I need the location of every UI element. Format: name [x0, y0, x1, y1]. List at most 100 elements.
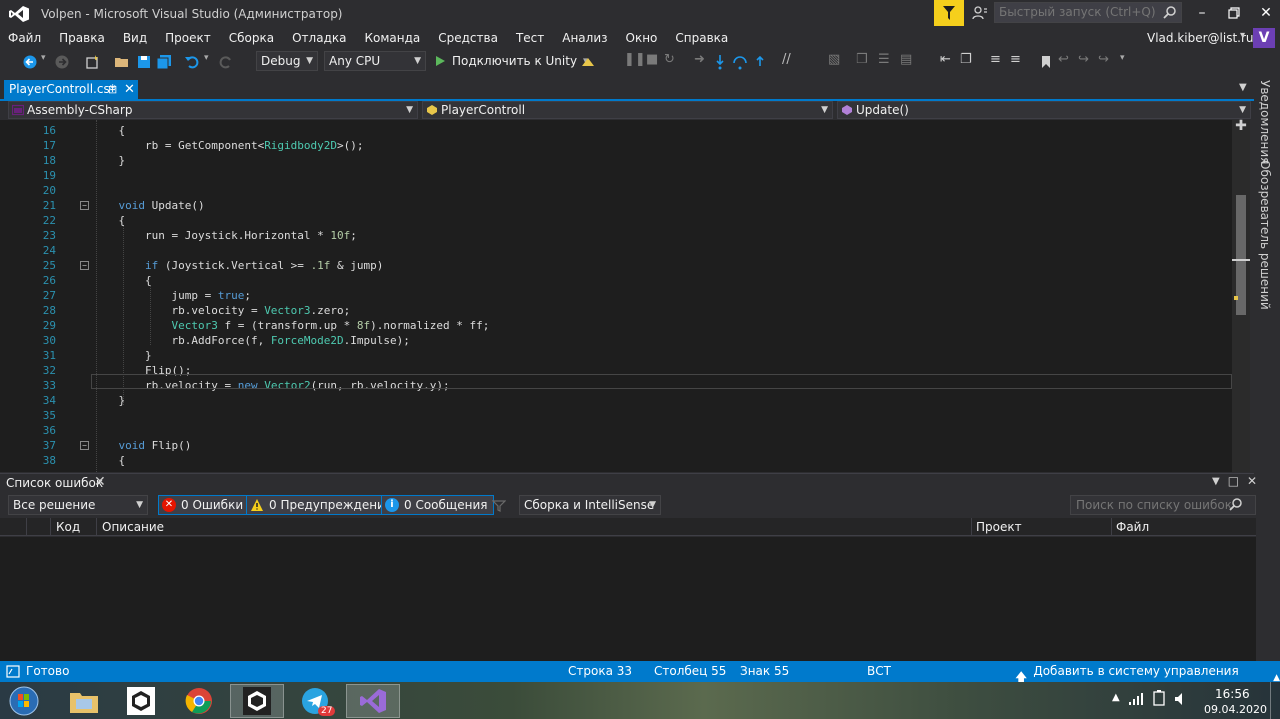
search-icon[interactable] — [1229, 497, 1243, 514]
platform-select[interactable]: Any CPU ▼ — [324, 51, 426, 71]
pause-icon[interactable]: ❚❚ — [624, 52, 646, 67]
menu-help[interactable]: Справка — [675, 31, 728, 45]
code-line[interactable]: 19 — [0, 168, 1232, 183]
account-avatar[interactable]: V — [1253, 28, 1275, 48]
code-line[interactable]: 29 Vector3 f = (transform.up * 8f).norma… — [0, 318, 1232, 333]
menu-build[interactable]: Сборка — [229, 31, 274, 45]
step-into-icon[interactable] — [712, 54, 728, 70]
prev-bookmark-icon[interactable]: ↩ — [1058, 52, 1069, 67]
hot-reload-icon[interactable] — [580, 54, 596, 70]
collapse-region-icon[interactable]: − — [80, 261, 89, 270]
code-line[interactable]: 28 rb.velocity = Vector3.zero; — [0, 303, 1232, 318]
code-line[interactable]: 34 } — [0, 393, 1232, 408]
error-scope-select[interactable]: Все решение ▼ — [8, 495, 148, 515]
taskbar-unity[interactable] — [114, 684, 168, 718]
feedback-icon[interactable] — [934, 0, 964, 26]
menu-project[interactable]: Проект — [165, 31, 211, 45]
bookmark-icon[interactable] — [1038, 54, 1054, 70]
column-project[interactable]: Проект — [976, 520, 1022, 534]
warnings-filter-button[interactable]: 0 Предупреждения — [246, 495, 400, 515]
code-line[interactable]: 26 { — [0, 273, 1232, 288]
toolbar-overflow-icon[interactable]: ▾ — [1120, 53, 1125, 63]
column-separator[interactable] — [1111, 518, 1112, 536]
member-nav-select[interactable]: Update() ▼ — [837, 101, 1251, 119]
person-feedback-icon[interactable] — [972, 5, 988, 21]
clock-date[interactable]: 09.04.2020 — [1204, 703, 1267, 716]
signal-icon[interactable] — [1128, 692, 1144, 706]
code-line[interactable]: 22 { — [0, 213, 1232, 228]
output-window-icon[interactable] — [6, 665, 20, 678]
outdent-icon[interactable]: ≡ — [1010, 52, 1021, 67]
taskbar-chrome[interactable] — [172, 684, 226, 718]
restore-button[interactable] — [1218, 0, 1250, 26]
code-line[interactable]: 27 jump = true; — [0, 288, 1232, 303]
code-line[interactable]: 24 — [0, 243, 1232, 258]
new-project-icon[interactable] — [84, 54, 100, 70]
account-dropdown-icon[interactable]: ▾ — [1240, 30, 1245, 41]
solution-explorer-tab[interactable]: Обозреватель решений — [1258, 160, 1272, 310]
code-line[interactable]: 30 rb.AddForce(f, ForceMode2D.Impulse); — [0, 333, 1232, 348]
error-search-input[interactable] — [1076, 498, 1231, 512]
save-icon[interactable] — [136, 54, 152, 70]
notifications-tab[interactable]: Уведомления — [1258, 80, 1272, 164]
menu-debug[interactable]: Отладка — [292, 31, 346, 45]
project-nav-select[interactable]: Assembly-CSharp ▼ — [8, 101, 418, 119]
code-line[interactable]: 16 { — [0, 123, 1232, 138]
start-button[interactable] — [2, 684, 46, 718]
attach-to-unity-button[interactable]: Подключить к Unity ▾ — [434, 54, 588, 68]
column-separator[interactable] — [971, 518, 972, 536]
column-code[interactable]: Код — [56, 520, 80, 534]
search-icon[interactable] — [1163, 5, 1177, 19]
breakpoints-icon[interactable]: ❒ — [856, 52, 868, 67]
error-list-body[interactable] — [0, 537, 1256, 661]
menu-tools[interactable]: Средства — [438, 31, 498, 45]
tab-list-dropdown-icon[interactable]: ▼ — [1239, 82, 1247, 93]
account-email[interactable]: Vlad.kiber@list.ru — [1147, 31, 1254, 45]
error-search-box[interactable] — [1070, 495, 1256, 515]
panel-dropdown-icon[interactable]: ▼ — [1212, 476, 1220, 487]
code-line[interactable]: 21 − void Update() — [0, 198, 1232, 213]
code-editor[interactable]: 16 {17 rb = GetComponent<Rigidbody2D>();… — [0, 120, 1232, 472]
column-description[interactable]: Описание — [102, 520, 164, 534]
code-line[interactable]: 17 rb = GetComponent<Rigidbody2D>(); — [0, 138, 1232, 153]
open-file-icon[interactable] — [114, 54, 130, 70]
step-over-icon[interactable] — [732, 54, 748, 70]
column-file[interactable]: Файл — [1116, 520, 1149, 534]
taskbar-unity-editor[interactable] — [230, 684, 284, 718]
code-line[interactable]: 37 − void Flip() — [0, 438, 1232, 453]
menu-analyze[interactable]: Анализ — [562, 31, 607, 45]
taskbar-telegram[interactable]: 27 — [288, 684, 342, 718]
code-line[interactable]: 31 } — [0, 348, 1232, 363]
format-icon[interactable]: ☰ — [878, 52, 890, 67]
taskbar-explorer[interactable] — [57, 684, 111, 718]
code-line[interactable]: 38 { — [0, 453, 1232, 468]
back-navigation-icon[interactable] — [22, 54, 38, 70]
pin-tab-icon[interactable]: ⊞ — [108, 80, 117, 99]
step-out-icon[interactable] — [752, 54, 768, 70]
errors-filter-button[interactable]: ✕ 0 Ошибки — [158, 495, 251, 515]
code-line[interactable]: 18 } — [0, 153, 1232, 168]
close-panel-icon[interactable]: ✕ — [1247, 474, 1257, 488]
stop-icon[interactable]: ■ — [646, 52, 658, 67]
forward-navigation-icon[interactable] — [54, 54, 70, 70]
status-insert-mode[interactable]: ВСТ — [867, 664, 891, 678]
configuration-select[interactable]: Debug ▼ — [256, 51, 318, 71]
close-panel-icon[interactable]: ✕ — [94, 474, 106, 490]
close-tab-icon[interactable]: ✕ — [124, 80, 135, 99]
menu-view[interactable]: Вид — [123, 31, 147, 45]
comment-icon[interactable]: // — [782, 52, 791, 67]
column-separator[interactable] — [26, 518, 27, 536]
redo-icon[interactable] — [218, 54, 234, 70]
split-editor-icon[interactable]: ✚ — [1234, 119, 1248, 134]
show-hidden-icons-icon[interactable]: ▲ — [1112, 692, 1120, 703]
menu-edit[interactable]: Правка — [59, 31, 105, 45]
back-dropdown-icon[interactable]: ▾ — [41, 53, 46, 63]
class-nav-select[interactable]: PlayerControll ▼ — [422, 101, 833, 119]
quick-launch-input[interactable] — [999, 5, 1159, 19]
outline-icon[interactable]: ▤ — [900, 52, 912, 67]
undo-dropdown-icon[interactable]: ▾ — [204, 53, 209, 63]
code-line[interactable]: 25 − if (Joystick.Vertical >= .1f & jump) — [0, 258, 1232, 273]
next-bookmark-icon[interactable]: ↪ — [1078, 52, 1089, 67]
code-line[interactable]: 23 run = Joystick.Horizontal * 10f; — [0, 228, 1232, 243]
column-separator[interactable] — [96, 518, 97, 536]
